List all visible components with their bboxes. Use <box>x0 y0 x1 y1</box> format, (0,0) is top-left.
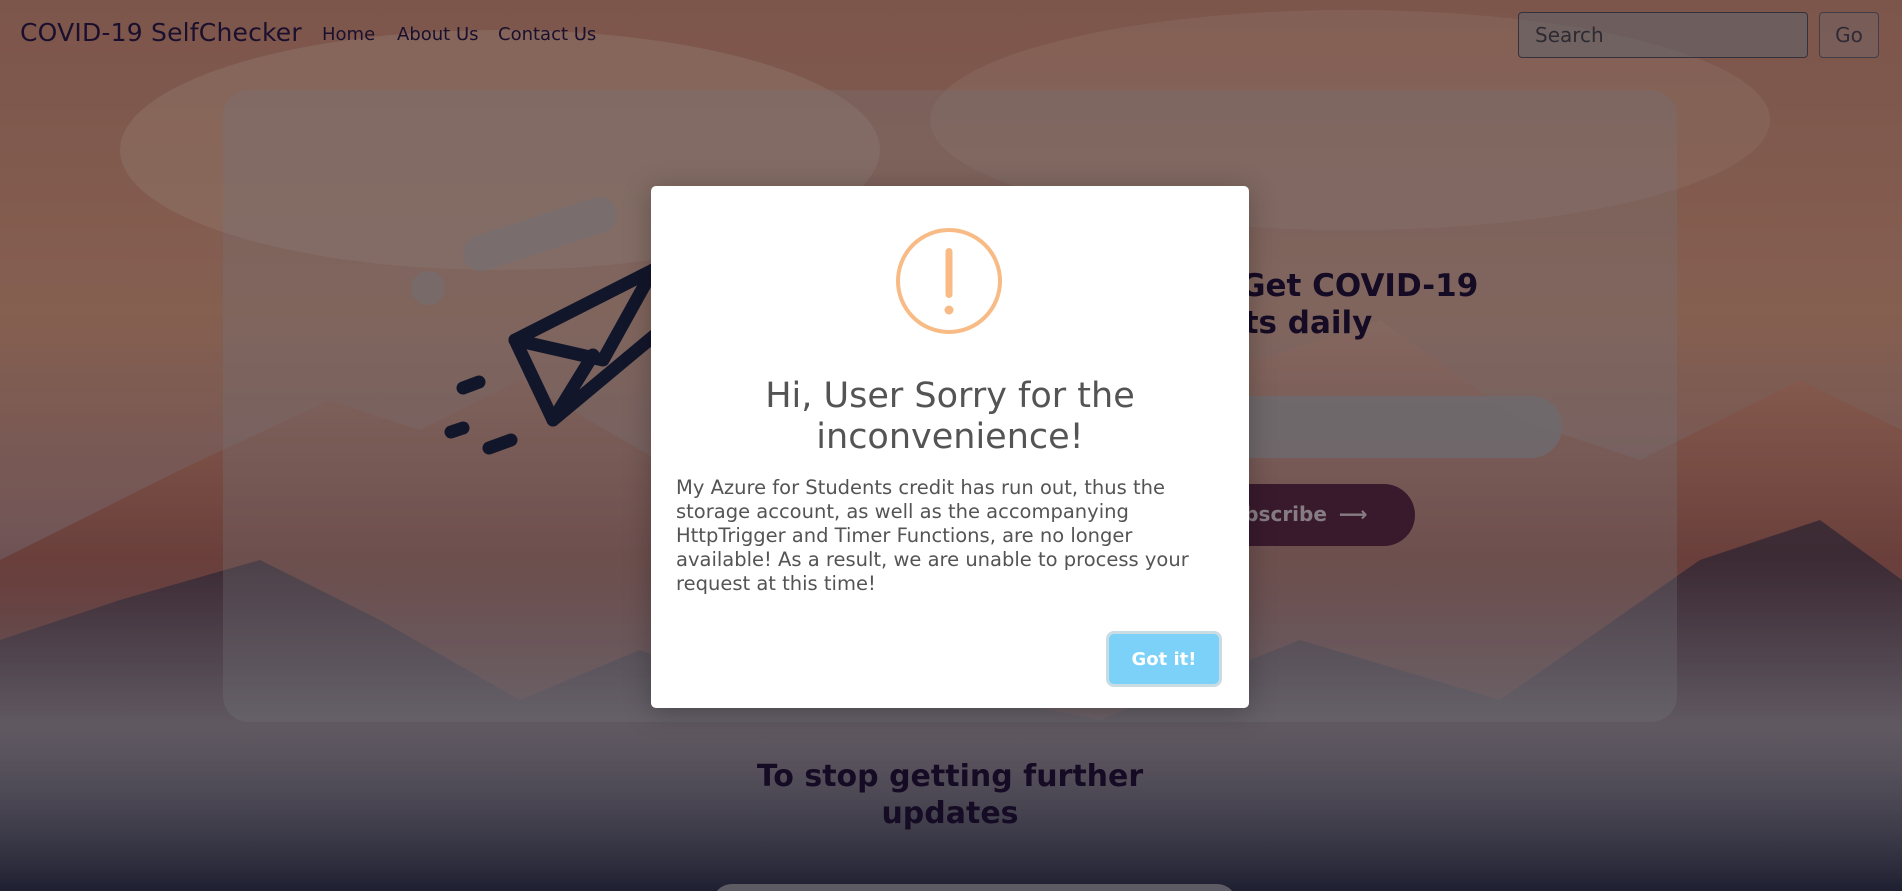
modal-title: Hi, User Sorry for the inconvenience! <box>765 376 1135 457</box>
alert-modal: Hi, User Sorry for the inconvenience! My… <box>651 186 1249 708</box>
warning-exclamation-icon <box>896 228 1002 334</box>
modal-message: My Azure for Students credit has run out… <box>676 476 1189 595</box>
got-it-button[interactable]: Got it! <box>1109 634 1219 684</box>
